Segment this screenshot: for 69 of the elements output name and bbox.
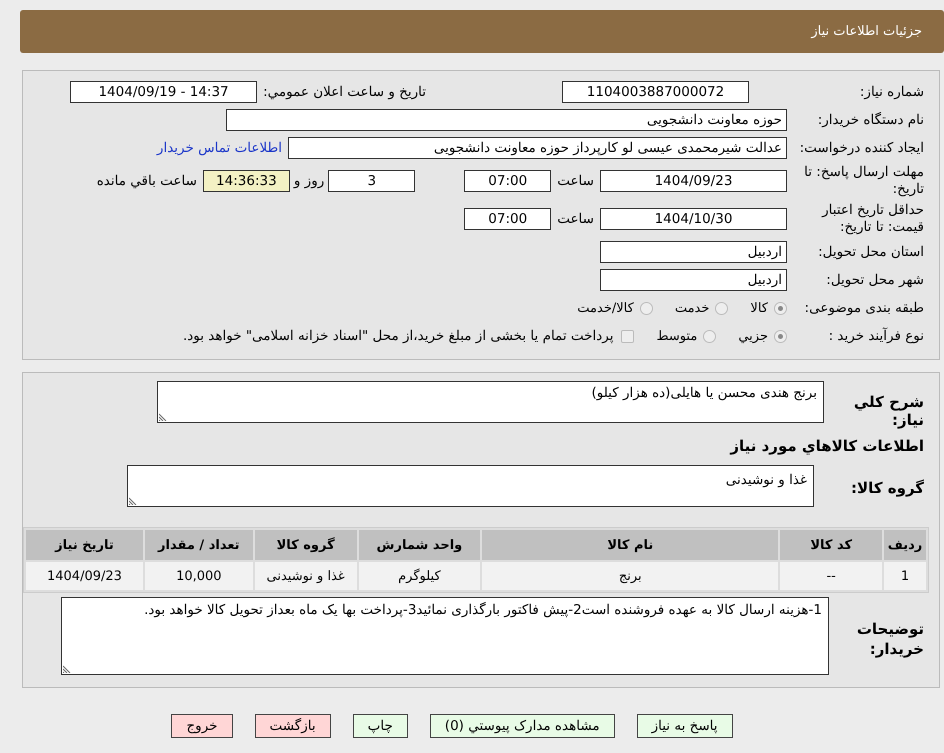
input-field[interactable]: 1104003887000072: [562, 81, 749, 103]
radio-label: متوسط: [656, 328, 698, 344]
action-button[interactable]: بازگشت: [254, 714, 331, 738]
input-field[interactable]: 1404/10/30: [600, 208, 787, 230]
table-cell: 1404/09/23: [26, 562, 143, 590]
field-label: ساعت باقي مانده: [96, 173, 198, 189]
input-field[interactable]: اردبیل: [600, 241, 787, 263]
input-field[interactable]: 07:00: [464, 208, 552, 230]
input-field[interactable]: 3: [328, 170, 416, 192]
radio-button[interactable]: [703, 330, 716, 342]
table-cell: --: [780, 562, 882, 590]
radio-label: جزيي: [738, 328, 768, 344]
table-cell: برنج: [482, 562, 778, 590]
action-button[interactable]: پاسخ به نیاز: [636, 714, 733, 738]
column-header: ردیف: [884, 530, 926, 560]
field-label: نام دستگاه خریدار:: [816, 112, 925, 128]
field-label: شماره نیاز:: [858, 84, 925, 100]
field-label: استان محل تحویل:: [817, 244, 925, 260]
radio-label: کالا/خدمت: [577, 300, 634, 316]
input-field[interactable]: 1404/09/19 - 14:37: [70, 81, 258, 103]
input-field[interactable]: حوزه معاونت دانشجویی: [226, 109, 787, 131]
radio-button[interactable]: [640, 302, 653, 314]
checkbox[interactable]: [621, 330, 634, 342]
action-button[interactable]: خروج: [171, 714, 232, 738]
column-header: تعداد / مقدار: [144, 530, 253, 560]
field-label: حداقل تاریخ اعتبار قیمت: تا تاریخ:: [820, 202, 925, 236]
buyer-contact-link[interactable]: اطلاعات تماس خریدار: [156, 140, 282, 156]
field-label: مهلت ارسال پاسخ: تا تاریخ:: [803, 164, 925, 198]
field-label: طبقه بندی موضوعی:: [804, 300, 925, 316]
page-title: جزئیات اطلاعات نیاز: [811, 24, 922, 39]
radio-label: خدمت: [674, 300, 710, 316]
column-header: گروه کالا: [254, 530, 357, 560]
radio-label: کالا: [750, 300, 768, 316]
table-cell: 1: [884, 562, 926, 590]
field-label: روز و: [292, 173, 326, 189]
radio-button[interactable]: [715, 302, 728, 314]
input-field[interactable]: 07:00: [464, 170, 552, 192]
action-button[interactable]: مشاهده مدارک پیوستي (0): [430, 714, 615, 738]
field-label: شرح کلي نیاز:: [852, 393, 925, 429]
field-label: گروه کالا:: [850, 479, 925, 497]
input-field[interactable]: عدالت شیرمحمدی عیسی لو کارپرداز حوزه معاونت دانشجویی: [288, 137, 787, 159]
input-field[interactable]: 1404/09/23: [600, 170, 787, 192]
input-field[interactable]: 14:36:33: [202, 170, 290, 192]
column-header: تاریخ نیاز: [26, 530, 143, 560]
input-field[interactable]: اردبیل: [600, 269, 787, 291]
description-field[interactable]: برنج هندی محسن یا هایلی(ده هزار کیلو): [157, 381, 824, 423]
radio-button[interactable]: [774, 330, 787, 342]
resize-grip-icon[interactable]: [63, 665, 71, 673]
column-header: کد کالا: [780, 530, 882, 560]
checkbox-label: پرداخت تمام یا بخشی از مبلغ خرید،از محل "اسناد خزانه اسلامی" خواهد بود.: [182, 328, 614, 344]
resize-grip-icon[interactable]: [159, 413, 167, 421]
field-label: تاریخ و ساعت اعلان عمومي:: [262, 84, 427, 100]
table-cell: غذا و نوشیدنی: [254, 562, 357, 590]
buyer-notes-field[interactable]: 1-هزینه ارسال کالا به عهده فروشنده است2-پیش فاکتور بارگذاری نمائید3-پرداخت بها یک ماه بعداز تحویل کالا خواهد بود.: [61, 597, 829, 675]
field-label: ساعت: [556, 211, 595, 227]
field-label: ایجاد کننده درخواست:: [798, 140, 925, 156]
radio-button[interactable]: [774, 302, 787, 314]
field-label: شهر محل تحویل:: [825, 272, 925, 288]
column-header: نام کالا: [482, 530, 778, 560]
goods-group-field[interactable]: غذا و نوشیدنی: [127, 465, 814, 507]
action-button[interactable]: چاپ: [352, 714, 408, 738]
resize-grip-icon[interactable]: [129, 497, 137, 505]
column-header: واحد شمارش: [358, 530, 480, 560]
section-title: اطلاعات کالاهاي مورد نیاز: [730, 437, 925, 455]
field-label: نوع فرآیند خرید :: [828, 328, 925, 344]
table-cell: 10,000: [144, 562, 253, 590]
field-label: توضیحات خریدار:: [856, 619, 925, 659]
table-cell: کیلوگرم: [358, 562, 480, 590]
field-label: ساعت: [556, 173, 595, 189]
